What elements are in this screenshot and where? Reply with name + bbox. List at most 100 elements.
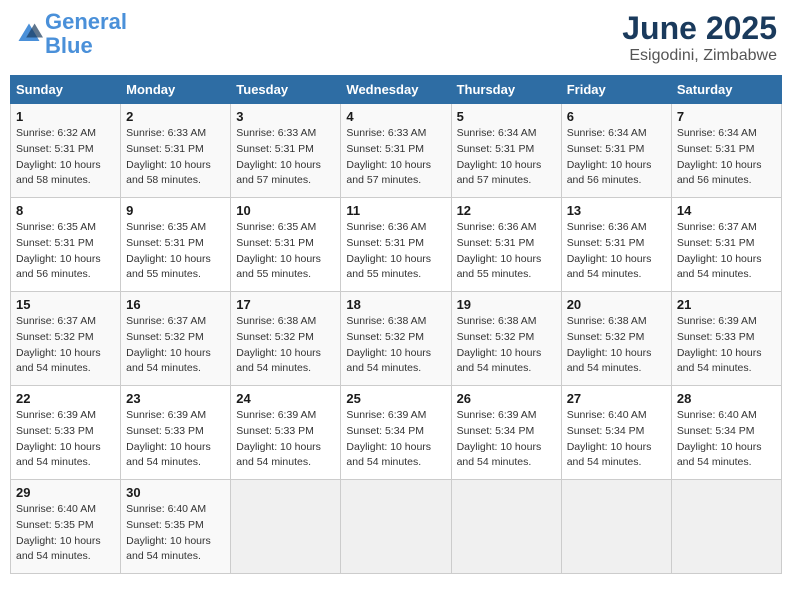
day-number: 23	[126, 391, 225, 406]
day-info: Sunrise: 6:38 AMSunset: 5:32 PMDaylight:…	[567, 314, 666, 377]
day-number: 22	[16, 391, 115, 406]
day-number: 1	[16, 109, 115, 124]
day-info: Sunrise: 6:32 AMSunset: 5:31 PMDaylight:…	[16, 126, 115, 189]
day-number: 25	[346, 391, 445, 406]
calendar-day-cell: 27 Sunrise: 6:40 AMSunset: 5:34 PMDayligh…	[561, 386, 671, 480]
calendar-day-cell	[451, 480, 561, 574]
calendar-day-cell: 8Sunrise: 6:35 AMSunset: 5:31 PMDaylight…	[11, 198, 121, 292]
calendar-day-cell: 14 Sunrise: 6:37 AMSunset: 5:31 PMDayligh…	[671, 198, 781, 292]
day-info: Sunrise: 6:39 AMSunset: 5:33 PMDaylight:…	[16, 408, 115, 471]
day-info: Sunrise: 6:35 AMSunset: 5:31 PMDaylight:…	[126, 220, 225, 283]
calendar-day-cell: 18 Sunrise: 6:38 AMSunset: 5:32 PMDayligh…	[341, 292, 451, 386]
calendar-day-cell	[341, 480, 451, 574]
day-number: 14	[677, 203, 776, 218]
day-info: Sunrise: 6:39 AMSunset: 5:33 PMDaylight:…	[126, 408, 225, 471]
calendar-week-row: 29 Sunrise: 6:40 AMSunset: 5:35 PMDayligh…	[11, 480, 782, 574]
col-monday: Monday	[121, 76, 231, 104]
day-info: Sunrise: 6:40 AMSunset: 5:34 PMDaylight:…	[677, 408, 776, 471]
day-info: Sunrise: 6:33 AMSunset: 5:31 PMDaylight:…	[126, 126, 225, 189]
logo-icon	[15, 20, 43, 48]
day-info: Sunrise: 6:39 AMSunset: 5:34 PMDaylight:…	[457, 408, 556, 471]
calendar-day-cell: 9 Sunrise: 6:35 AMSunset: 5:31 PMDaylight…	[121, 198, 231, 292]
calendar-subtitle: Esigodini, Zimbabwe	[622, 47, 777, 65]
col-thursday: Thursday	[451, 76, 561, 104]
calendar-day-cell: 15 Sunrise: 6:37 AMSunset: 5:32 PMDayligh…	[11, 292, 121, 386]
calendar-week-row: 8Sunrise: 6:35 AMSunset: 5:31 PMDaylight…	[11, 198, 782, 292]
col-sunday: Sunday	[11, 76, 121, 104]
calendar-day-cell: 24Sunrise: 6:39 AMSunset: 5:33 PMDayligh…	[231, 386, 341, 480]
day-info: Sunrise: 6:37 AMSunset: 5:31 PMDaylight:…	[677, 220, 776, 283]
day-info: Sunrise: 6:37 AMSunset: 5:32 PMDaylight:…	[16, 314, 115, 377]
col-friday: Friday	[561, 76, 671, 104]
day-number: 7	[677, 109, 776, 124]
day-info: Sunrise: 6:33 AMSunset: 5:31 PMDaylight:…	[346, 126, 445, 189]
day-info: Sunrise: 6:36 AMSunset: 5:31 PMDaylight:…	[567, 220, 666, 283]
calendar-day-cell: 1 Sunrise: 6:32 AMSunset: 5:31 PMDaylight…	[11, 104, 121, 198]
day-info: Sunrise: 6:38 AMSunset: 5:32 PMDaylight:…	[236, 314, 335, 377]
calendar-day-cell: 21 Sunrise: 6:39 AMSunset: 5:33 PMDayligh…	[671, 292, 781, 386]
col-wednesday: Wednesday	[341, 76, 451, 104]
day-info: Sunrise: 6:36 AMSunset: 5:31 PMDaylight:…	[457, 220, 556, 283]
calendar-day-cell: 12 Sunrise: 6:36 AMSunset: 5:31 PMDayligh…	[451, 198, 561, 292]
calendar-week-row: 22 Sunrise: 6:39 AMSunset: 5:33 PMDayligh…	[11, 386, 782, 480]
calendar-day-cell: 5 Sunrise: 6:34 AMSunset: 5:31 PMDaylight…	[451, 104, 561, 198]
day-info: Sunrise: 6:40 AMSunset: 5:35 PMDaylight:…	[16, 502, 115, 565]
day-number: 5	[457, 109, 556, 124]
day-number: 17	[236, 297, 335, 312]
day-info: Sunrise: 6:39 AMSunset: 5:33 PMDaylight:…	[677, 314, 776, 377]
logo: General Blue	[15, 10, 127, 58]
col-tuesday: Tuesday	[231, 76, 341, 104]
calendar-day-cell: 29 Sunrise: 6:40 AMSunset: 5:35 PMDayligh…	[11, 480, 121, 574]
day-number: 18	[346, 297, 445, 312]
calendar-day-cell: 26 Sunrise: 6:39 AMSunset: 5:34 PMDayligh…	[451, 386, 561, 480]
header-row: Sunday Monday Tuesday Wednesday Thursday…	[11, 76, 782, 104]
day-number: 21	[677, 297, 776, 312]
calendar-day-cell: 6 Sunrise: 6:34 AMSunset: 5:31 PMDaylight…	[561, 104, 671, 198]
calendar-day-cell: 22 Sunrise: 6:39 AMSunset: 5:33 PMDayligh…	[11, 386, 121, 480]
day-number: 4	[346, 109, 445, 124]
day-info: Sunrise: 6:34 AMSunset: 5:31 PMDaylight:…	[677, 126, 776, 189]
day-number: 6	[567, 109, 666, 124]
day-info: Sunrise: 6:35 AMSunset: 5:31 PMDaylight:…	[16, 220, 115, 283]
day-number: 12	[457, 203, 556, 218]
day-number: 30	[126, 485, 225, 500]
calendar-week-row: 1 Sunrise: 6:32 AMSunset: 5:31 PMDaylight…	[11, 104, 782, 198]
day-number: 15	[16, 297, 115, 312]
day-number: 16	[126, 297, 225, 312]
calendar-day-cell: 10 Sunrise: 6:35 AMSunset: 5:31 PMDayligh…	[231, 198, 341, 292]
calendar-day-cell: 16 Sunrise: 6:37 AMSunset: 5:32 PMDayligh…	[121, 292, 231, 386]
day-number: 10	[236, 203, 335, 218]
day-info: Sunrise: 6:40 AMSunset: 5:35 PMDaylight:…	[126, 502, 225, 565]
calendar-day-cell: 17 Sunrise: 6:38 AMSunset: 5:32 PMDayligh…	[231, 292, 341, 386]
day-number: 9	[126, 203, 225, 218]
calendar-day-cell: 7 Sunrise: 6:34 AMSunset: 5:31 PMDaylight…	[671, 104, 781, 198]
day-info: Sunrise: 6:36 AMSunset: 5:31 PMDaylight:…	[346, 220, 445, 283]
day-info: Sunrise: 6:40 AMSunset: 5:34 PMDaylight:…	[567, 408, 666, 471]
calendar-day-cell	[561, 480, 671, 574]
day-info: Sunrise: 6:38 AMSunset: 5:32 PMDaylight:…	[346, 314, 445, 377]
day-number: 13	[567, 203, 666, 218]
calendar-day-cell: 13 Sunrise: 6:36 AMSunset: 5:31 PMDayligh…	[561, 198, 671, 292]
day-info: Sunrise: 6:34 AMSunset: 5:31 PMDaylight:…	[457, 126, 556, 189]
calendar-week-row: 15 Sunrise: 6:37 AMSunset: 5:32 PMDayligh…	[11, 292, 782, 386]
day-info: Sunrise: 6:33 AMSunset: 5:31 PMDaylight:…	[236, 126, 335, 189]
calendar-day-cell: 20Sunrise: 6:38 AMSunset: 5:32 PMDayligh…	[561, 292, 671, 386]
logo-general: General	[45, 9, 127, 34]
day-number: 26	[457, 391, 556, 406]
logo-blue: Blue	[45, 33, 93, 58]
calendar-day-cell: 28Sunrise: 6:40 AMSunset: 5:34 PMDayligh…	[671, 386, 781, 480]
day-info: Sunrise: 6:39 AMSunset: 5:34 PMDaylight:…	[346, 408, 445, 471]
page-header: General Blue June 2025 Esigodini, Zimbab…	[10, 10, 782, 65]
day-info: Sunrise: 6:35 AMSunset: 5:31 PMDaylight:…	[236, 220, 335, 283]
calendar-title: June 2025	[622, 10, 777, 47]
day-number: 11	[346, 203, 445, 218]
calendar-day-cell: 30 Sunrise: 6:40 AMSunset: 5:35 PMDayligh…	[121, 480, 231, 574]
day-number: 3	[236, 109, 335, 124]
day-number: 27	[567, 391, 666, 406]
day-number: 2	[126, 109, 225, 124]
calendar-table: Sunday Monday Tuesday Wednesday Thursday…	[10, 75, 782, 574]
day-info: Sunrise: 6:34 AMSunset: 5:31 PMDaylight:…	[567, 126, 666, 189]
day-info: Sunrise: 6:37 AMSunset: 5:32 PMDaylight:…	[126, 314, 225, 377]
day-number: 19	[457, 297, 556, 312]
day-number: 29	[16, 485, 115, 500]
